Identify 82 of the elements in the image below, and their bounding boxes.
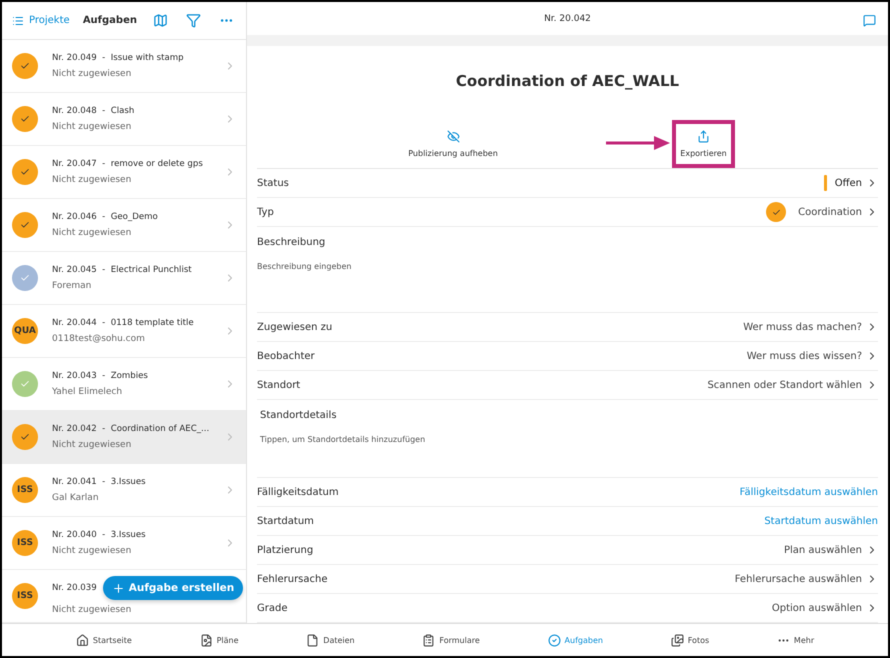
select-row[interactable]: Beobachter Wer muss dies wissen? bbox=[257, 342, 878, 371]
nav-tab[interactable]: Formulare bbox=[416, 632, 486, 648]
task-title: Nr. 20.041 - 3.Issues bbox=[52, 476, 147, 488]
task-assignee: Nicht zugewiesen bbox=[52, 68, 132, 80]
field-label: Startdatum bbox=[257, 516, 314, 526]
header-title: Nr. 20.042 bbox=[544, 14, 591, 24]
select-row[interactable]: Platzierung Plan auswählen bbox=[257, 536, 878, 565]
nav-tab[interactable]: Mehr bbox=[770, 632, 820, 648]
task-assignee: Gal Karlan bbox=[52, 492, 100, 504]
task-title: Nr. 20.045 - Electrical Punchlist bbox=[52, 264, 193, 276]
task-assignee: Yahel Elimelech bbox=[52, 386, 124, 398]
field-value: Offen bbox=[834, 178, 862, 188]
task-assignee: Nicht zugewiesen bbox=[52, 545, 132, 557]
field-value: Wer muss dies wissen? bbox=[746, 350, 862, 362]
sidebar-title: Aufgaben bbox=[82, 15, 137, 26]
eye-off-icon bbox=[446, 130, 460, 143]
task-assignee: Nicht zugewiesen bbox=[52, 439, 132, 451]
task-title: Nr. 20.044 - 0118 template title bbox=[52, 317, 195, 329]
projects-link[interactable]: Projekte bbox=[12, 14, 70, 26]
task-assignee: Nicht zugewiesen bbox=[52, 227, 132, 239]
type-badge: ISS bbox=[12, 583, 38, 609]
field-label: Zugewiesen zu bbox=[257, 322, 332, 332]
field-label: Fälligkeitsdatum bbox=[257, 486, 339, 498]
select-row[interactable]: Fehlerursache Fehlerursache auswählen bbox=[257, 565, 878, 594]
arrow-annotation bbox=[606, 136, 670, 150]
home-icon bbox=[76, 634, 89, 646]
nav-tab[interactable]: Fotos bbox=[664, 632, 716, 648]
task-assignee: Foreman bbox=[52, 280, 92, 292]
field-label: Standortdetails bbox=[259, 410, 338, 421]
files-icon bbox=[306, 634, 320, 646]
task-assignee: Nicht zugewiesen bbox=[52, 121, 132, 133]
tasks-icon bbox=[548, 634, 561, 646]
field-value: Coordination bbox=[798, 206, 862, 218]
task-title: Nr. 20.049 - Issue with stamp bbox=[52, 52, 185, 64]
nav-tab[interactable]: Pläne bbox=[194, 632, 245, 648]
field-value: Fehlerursache auswählen bbox=[734, 574, 862, 584]
type-badge: ISS bbox=[12, 530, 38, 556]
date-link[interactable]: Fälligkeitsdatum auswählen bbox=[740, 486, 878, 498]
task-title: Nr. 20.047 - remove or delete gps bbox=[52, 158, 204, 170]
plus-icon bbox=[112, 582, 125, 594]
task-assignee: Nicht zugewiesen bbox=[52, 604, 132, 616]
field-label: Grade bbox=[257, 602, 288, 614]
task-assignee: 0118test@sohu.com bbox=[52, 333, 146, 345]
text-field[interactable]: Beschreibung eingeben bbox=[257, 262, 878, 271]
date-link[interactable]: Startdatum auswählen bbox=[764, 516, 878, 526]
select-row[interactable]: Zugewiesen zu Wer muss das machen? bbox=[257, 313, 878, 342]
task-title: Nr. 20.043 - Zombies bbox=[52, 370, 149, 382]
select-row[interactable]: Grade Option auswählen bbox=[257, 594, 878, 623]
field-value: Option auswählen bbox=[772, 602, 862, 614]
field-value: Scannen oder Standort wählen bbox=[707, 380, 862, 390]
field-label: Fehlerursache bbox=[257, 574, 328, 584]
field-label: Typ bbox=[257, 206, 274, 218]
task-title: Nr. 20.040 - 3.Issues bbox=[52, 529, 147, 541]
field-label: Beobachter bbox=[257, 350, 315, 362]
field-value: Wer muss das machen? bbox=[743, 322, 862, 332]
create-task-button[interactable]: Aufgabe erstellen bbox=[102, 576, 244, 600]
comment-icon[interactable] bbox=[861, 12, 878, 29]
nav-tab[interactable]: Aufgaben bbox=[542, 632, 609, 648]
plans-icon bbox=[200, 634, 213, 646]
nav-tab[interactable]: Dateien bbox=[300, 632, 361, 648]
forms-icon bbox=[422, 634, 436, 646]
field-label: Standort bbox=[257, 380, 300, 390]
task-title: Nr. 20.048 - Clash bbox=[52, 105, 136, 117]
status-row[interactable]: Status Offen bbox=[257, 169, 878, 198]
type-badge: ISS bbox=[12, 477, 38, 503]
type-row[interactable]: Typ Coordination bbox=[257, 198, 878, 227]
type-badge: QUA bbox=[12, 318, 38, 344]
select-row[interactable]: Standort Scannen oder Standort wählen bbox=[257, 371, 878, 400]
task-title: Nr. 20.046 - Geo_Demo bbox=[52, 211, 159, 223]
task-heading: Coordination of AEC_WALL bbox=[454, 72, 680, 90]
task-item[interactable]: Nr. 20.042 - Coordination of AEC_... Nicht zugewiesen bbox=[2, 411, 246, 464]
share-icon bbox=[697, 130, 710, 143]
field-value: Plan auswählen bbox=[784, 544, 862, 556]
field-label: Platzierung bbox=[257, 544, 314, 556]
photos-icon bbox=[670, 634, 684, 646]
text-field[interactable]: Tippen, um Standortdetails hinzuzufügen bbox=[257, 435, 878, 444]
field-label: Beschreibung bbox=[257, 237, 326, 248]
task-title: Nr. 20.039 bbox=[52, 582, 97, 594]
task-assignee: Nicht zugewiesen bbox=[52, 174, 132, 186]
task-title: Nr. 20.042 - Coordination of AEC_... bbox=[52, 423, 210, 435]
nav-tab[interactable]: Startseite bbox=[70, 632, 138, 648]
field-label: Status bbox=[257, 178, 289, 188]
